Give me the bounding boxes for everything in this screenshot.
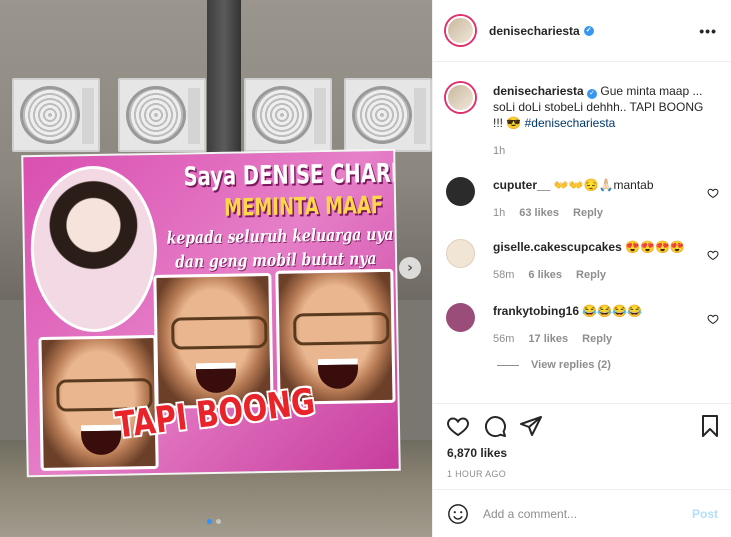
post-side-panel: denisechariesta ✓ ••• denisechariesta ✓ … xyxy=(432,0,731,537)
view-replies-label[interactable]: View replies (2) xyxy=(531,359,611,371)
author-avatar[interactable] xyxy=(446,16,475,45)
likes-count[interactable]: 6,870 likes xyxy=(447,446,507,460)
comment-avatar[interactable] xyxy=(446,239,475,268)
banner-line2: MEMINTA MAAF xyxy=(223,190,384,222)
comment-username[interactable]: frankytobing16 xyxy=(493,304,579,318)
share-plane-icon[interactable] xyxy=(519,414,543,438)
emoji-icon[interactable] xyxy=(447,503,469,525)
ac-unit xyxy=(244,78,332,152)
author-username-text[interactable]: denisechariesta xyxy=(489,24,580,38)
carousel-dot xyxy=(216,519,221,524)
ac-unit xyxy=(12,78,100,152)
post-image[interactable]: Saya DENISE CHARIESTA MEMINTA MAAF kepad… xyxy=(0,0,432,537)
apology-banner: Saya DENISE CHARIESTA MEMINTA MAAF kepad… xyxy=(21,148,401,478)
comment-item: frankytobing16 😂😂😂😂 56m 17 likes Reply xyxy=(446,303,721,347)
banner-line1: Saya DENISE CHARIESTA xyxy=(183,157,401,193)
carousel-next-icon[interactable]: › xyxy=(399,257,421,279)
comment-text: 😂😂😂😂 xyxy=(582,304,643,318)
comment-username[interactable]: cuputer__ xyxy=(493,178,550,192)
author-username[interactable]: denisechariesta ✓ xyxy=(489,24,594,38)
caption-time: 1h xyxy=(493,145,506,157)
reply-button[interactable]: Reply xyxy=(573,205,603,221)
comment-like-heart-icon[interactable] xyxy=(707,313,719,325)
comment-bubble-icon[interactable] xyxy=(483,414,507,438)
comment-composer: Post xyxy=(433,489,731,537)
banner-portrait xyxy=(29,164,159,334)
comment-input[interactable] xyxy=(483,506,683,521)
reply-button[interactable]: Reply xyxy=(582,331,612,347)
comment-likes[interactable]: 63 likes xyxy=(519,205,559,221)
carousel-dots xyxy=(207,519,221,524)
comment-text: 👐👐😔🙏🏻mantab xyxy=(553,178,654,192)
comment-like-heart-icon[interactable] xyxy=(707,187,719,199)
post-header: denisechariesta ✓ ••• xyxy=(433,0,731,62)
comment-like-heart-icon[interactable] xyxy=(707,249,719,261)
verified-badge-icon: ✓ xyxy=(587,89,598,99)
caption-hashtag[interactable]: #denisechariesta xyxy=(525,116,616,130)
comment-likes[interactable]: 17 likes xyxy=(528,331,568,347)
reply-button[interactable]: Reply xyxy=(576,267,606,283)
post-timestamp: 1 HOUR AGO xyxy=(447,469,507,479)
comments-list[interactable]: denisechariesta ✓ Gue minta maap ... soL… xyxy=(433,63,731,403)
save-bookmark-icon[interactable] xyxy=(698,414,722,438)
comment-avatar[interactable] xyxy=(446,303,475,332)
comment-avatar[interactable] xyxy=(446,177,475,206)
comment-item: giselle.cakescupcakes 😍😍😍😍 58m 6 likes R… xyxy=(446,239,721,283)
comment-item: cuputer__ 👐👐😔🙏🏻mantab 1h 63 likes Reply xyxy=(446,177,721,221)
replies-divider xyxy=(497,364,519,366)
post-comment-button[interactable]: Post xyxy=(692,507,718,521)
caption-avatar[interactable] xyxy=(446,83,475,112)
comment-time: 1h xyxy=(493,207,506,219)
view-replies-button[interactable]: View replies (2) xyxy=(497,359,611,371)
caption: denisechariesta ✓ Gue minta maap ... soL… xyxy=(446,83,721,159)
post-actions: 6,870 likes 1 HOUR AGO xyxy=(433,403,731,489)
comment-likes[interactable]: 6 likes xyxy=(528,267,562,283)
comment-username[interactable]: giselle.cakescupcakes xyxy=(493,240,622,254)
banner-line3: kepada seluruh keluarga uya kuya xyxy=(166,224,401,249)
instagram-post-view: Saya DENISE CHARIESTA MEMINTA MAAF kepad… xyxy=(0,0,731,537)
comment-time: 58m xyxy=(493,269,515,281)
like-heart-icon[interactable] xyxy=(446,414,470,438)
caption-username[interactable]: denisechariesta xyxy=(493,84,584,98)
more-options-icon[interactable]: ••• xyxy=(699,23,717,39)
verified-badge-icon: ✓ xyxy=(583,25,594,36)
comment-time: 56m xyxy=(493,333,515,345)
ac-unit xyxy=(118,78,206,152)
carousel-dot-active xyxy=(207,519,212,524)
ac-unit xyxy=(344,78,432,152)
comment-text: 😍😍😍😍 xyxy=(625,240,685,254)
